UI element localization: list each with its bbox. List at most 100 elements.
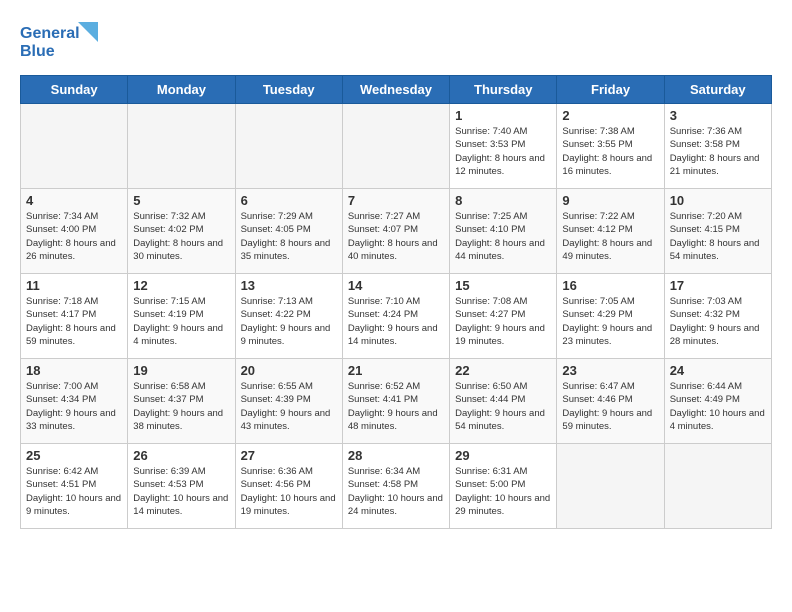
day-number: 24: [670, 363, 766, 378]
day-info: Sunrise: 6:36 AM Sunset: 4:56 PM Dayligh…: [241, 465, 337, 518]
day-number: 21: [348, 363, 444, 378]
day-info: Sunrise: 7:40 AM Sunset: 3:53 PM Dayligh…: [455, 125, 551, 178]
calendar-cell: 28 Sunrise: 6:34 AM Sunset: 4:58 PM Dayli…: [342, 444, 449, 529]
day-number: 28: [348, 448, 444, 463]
day-number: 6: [241, 193, 337, 208]
calendar-cell: 24 Sunrise: 6:44 AM Sunset: 4:49 PM Dayli…: [664, 359, 771, 444]
calendar-cell: 15 Sunrise: 7:08 AM Sunset: 4:27 PM Dayli…: [450, 274, 557, 359]
day-info: Sunrise: 7:05 AM Sunset: 4:29 PM Dayligh…: [562, 295, 658, 348]
day-number: 12: [133, 278, 229, 293]
calendar-cell: 25 Sunrise: 6:42 AM Sunset: 4:51 PM Dayli…: [21, 444, 128, 529]
calendar-cell: 1Sunrise: 7:40 AM Sunset: 3:53 PM Daylig…: [450, 104, 557, 189]
calendar-week-row: 18Sunrise: 7:00 AM Sunset: 4:34 PM Dayli…: [21, 359, 772, 444]
day-number: 9: [562, 193, 658, 208]
day-info: Sunrise: 6:31 AM Sunset: 5:00 PM Dayligh…: [455, 465, 551, 518]
day-number: 10: [670, 193, 766, 208]
day-number: 3: [670, 108, 766, 123]
calendar-cell: [128, 104, 235, 189]
calendar-cell: 4 Sunrise: 7:34 AM Sunset: 4:00 PM Daylig…: [21, 189, 128, 274]
day-info: Sunrise: 6:34 AM Sunset: 4:58 PM Dayligh…: [348, 465, 444, 518]
day-number: 25: [26, 448, 122, 463]
day-number: 18: [26, 363, 122, 378]
calendar-cell: 20 Sunrise: 6:55 AM Sunset: 4:39 PM Dayli…: [235, 359, 342, 444]
calendar-cell: 23 Sunrise: 6:47 AM Sunset: 4:46 PM Dayli…: [557, 359, 664, 444]
day-info: Sunrise: 7:22 AM Sunset: 4:12 PM Dayligh…: [562, 210, 658, 263]
day-number: 23: [562, 363, 658, 378]
calendar-cell: 10 Sunrise: 7:20 AM Sunset: 4:15 PM Dayli…: [664, 189, 771, 274]
day-info: Sunrise: 6:44 AM Sunset: 4:49 PM Dayligh…: [670, 380, 766, 433]
calendar-cell: 14 Sunrise: 7:10 AM Sunset: 4:24 PM Dayli…: [342, 274, 449, 359]
weekday-header-monday: Monday: [128, 76, 235, 104]
weekday-header-tuesday: Tuesday: [235, 76, 342, 104]
day-info: Sunrise: 7:25 AM Sunset: 4:10 PM Dayligh…: [455, 210, 551, 263]
day-info: Sunrise: 6:58 AM Sunset: 4:37 PM Dayligh…: [133, 380, 229, 433]
calendar-cell: 9 Sunrise: 7:22 AM Sunset: 4:12 PM Daylig…: [557, 189, 664, 274]
day-info: Sunrise: 6:47 AM Sunset: 4:46 PM Dayligh…: [562, 380, 658, 433]
day-info: Sunrise: 7:13 AM Sunset: 4:22 PM Dayligh…: [241, 295, 337, 348]
day-number: 4: [26, 193, 122, 208]
weekday-header-friday: Friday: [557, 76, 664, 104]
day-number: 14: [348, 278, 444, 293]
logo: GeneralBlue: [20, 20, 100, 65]
calendar-cell: 27 Sunrise: 6:36 AM Sunset: 4:56 PM Dayli…: [235, 444, 342, 529]
day-info: Sunrise: 7:34 AM Sunset: 4:00 PM Dayligh…: [26, 210, 122, 263]
weekday-header-thursday: Thursday: [450, 76, 557, 104]
calendar-cell: [21, 104, 128, 189]
calendar-cell: 29Sunrise: 6:31 AM Sunset: 5:00 PM Dayli…: [450, 444, 557, 529]
day-info: Sunrise: 6:42 AM Sunset: 4:51 PM Dayligh…: [26, 465, 122, 518]
calendar-cell: 12 Sunrise: 7:15 AM Sunset: 4:19 PM Dayli…: [128, 274, 235, 359]
calendar-header: SundayMondayTuesdayWednesdayThursdayFrid…: [21, 76, 772, 104]
day-info: Sunrise: 7:15 AM Sunset: 4:19 PM Dayligh…: [133, 295, 229, 348]
logo-svg: GeneralBlue: [20, 20, 100, 65]
weekday-header-saturday: Saturday: [664, 76, 771, 104]
day-info: Sunrise: 7:10 AM Sunset: 4:24 PM Dayligh…: [348, 295, 444, 348]
day-number: 7: [348, 193, 444, 208]
day-info: Sunrise: 7:27 AM Sunset: 4:07 PM Dayligh…: [348, 210, 444, 263]
weekday-header-row: SundayMondayTuesdayWednesdayThursdayFrid…: [21, 76, 772, 104]
calendar-cell: 22 Sunrise: 6:50 AM Sunset: 4:44 PM Dayli…: [450, 359, 557, 444]
day-number: 8: [455, 193, 551, 208]
calendar-cell: 16 Sunrise: 7:05 AM Sunset: 4:29 PM Dayli…: [557, 274, 664, 359]
day-number: 16: [562, 278, 658, 293]
calendar-cell: 21Sunrise: 6:52 AM Sunset: 4:41 PM Dayli…: [342, 359, 449, 444]
day-number: 11: [26, 278, 122, 293]
day-info: Sunrise: 7:29 AM Sunset: 4:05 PM Dayligh…: [241, 210, 337, 263]
calendar-cell: 5 Sunrise: 7:32 AM Sunset: 4:02 PM Daylig…: [128, 189, 235, 274]
calendar-week-row: 25 Sunrise: 6:42 AM Sunset: 4:51 PM Dayli…: [21, 444, 772, 529]
day-number: 13: [241, 278, 337, 293]
day-info: Sunrise: 7:20 AM Sunset: 4:15 PM Dayligh…: [670, 210, 766, 263]
day-number: 15: [455, 278, 551, 293]
day-number: 19: [133, 363, 229, 378]
calendar-cell: 11Sunrise: 7:18 AM Sunset: 4:17 PM Dayli…: [21, 274, 128, 359]
calendar-cell: 3 Sunrise: 7:36 AM Sunset: 3:58 PM Daylig…: [664, 104, 771, 189]
day-number: 20: [241, 363, 337, 378]
day-info: Sunrise: 7:03 AM Sunset: 4:32 PM Dayligh…: [670, 295, 766, 348]
calendar-cell: [342, 104, 449, 189]
svg-text:General: General: [20, 25, 80, 42]
day-info: Sunrise: 6:39 AM Sunset: 4:53 PM Dayligh…: [133, 465, 229, 518]
day-info: Sunrise: 6:50 AM Sunset: 4:44 PM Dayligh…: [455, 380, 551, 433]
calendar-cell: 8 Sunrise: 7:25 AM Sunset: 4:10 PM Daylig…: [450, 189, 557, 274]
header: GeneralBlue: [20, 20, 772, 65]
calendar-cell: 13 Sunrise: 7:13 AM Sunset: 4:22 PM Dayli…: [235, 274, 342, 359]
day-info: Sunrise: 7:32 AM Sunset: 4:02 PM Dayligh…: [133, 210, 229, 263]
calendar-cell: [557, 444, 664, 529]
day-number: 27: [241, 448, 337, 463]
calendar-week-row: 11Sunrise: 7:18 AM Sunset: 4:17 PM Dayli…: [21, 274, 772, 359]
calendar-cell: 26 Sunrise: 6:39 AM Sunset: 4:53 PM Dayli…: [128, 444, 235, 529]
calendar-cell: [235, 104, 342, 189]
calendar-week-row: 1Sunrise: 7:40 AM Sunset: 3:53 PM Daylig…: [21, 104, 772, 189]
day-number: 22: [455, 363, 551, 378]
day-number: 5: [133, 193, 229, 208]
calendar-cell: 7 Sunrise: 7:27 AM Sunset: 4:07 PM Daylig…: [342, 189, 449, 274]
day-info: Sunrise: 6:55 AM Sunset: 4:39 PM Dayligh…: [241, 380, 337, 433]
calendar-cell: 17Sunrise: 7:03 AM Sunset: 4:32 PM Dayli…: [664, 274, 771, 359]
calendar-cell: 19 Sunrise: 6:58 AM Sunset: 4:37 PM Dayli…: [128, 359, 235, 444]
weekday-header-sunday: Sunday: [21, 76, 128, 104]
day-info: Sunrise: 7:08 AM Sunset: 4:27 PM Dayligh…: [455, 295, 551, 348]
calendar-week-row: 4 Sunrise: 7:34 AM Sunset: 4:00 PM Daylig…: [21, 189, 772, 274]
day-number: 2: [562, 108, 658, 123]
calendar-cell: 2Sunrise: 7:38 AM Sunset: 3:55 PM Daylig…: [557, 104, 664, 189]
day-number: 26: [133, 448, 229, 463]
day-info: Sunrise: 7:36 AM Sunset: 3:58 PM Dayligh…: [670, 125, 766, 178]
